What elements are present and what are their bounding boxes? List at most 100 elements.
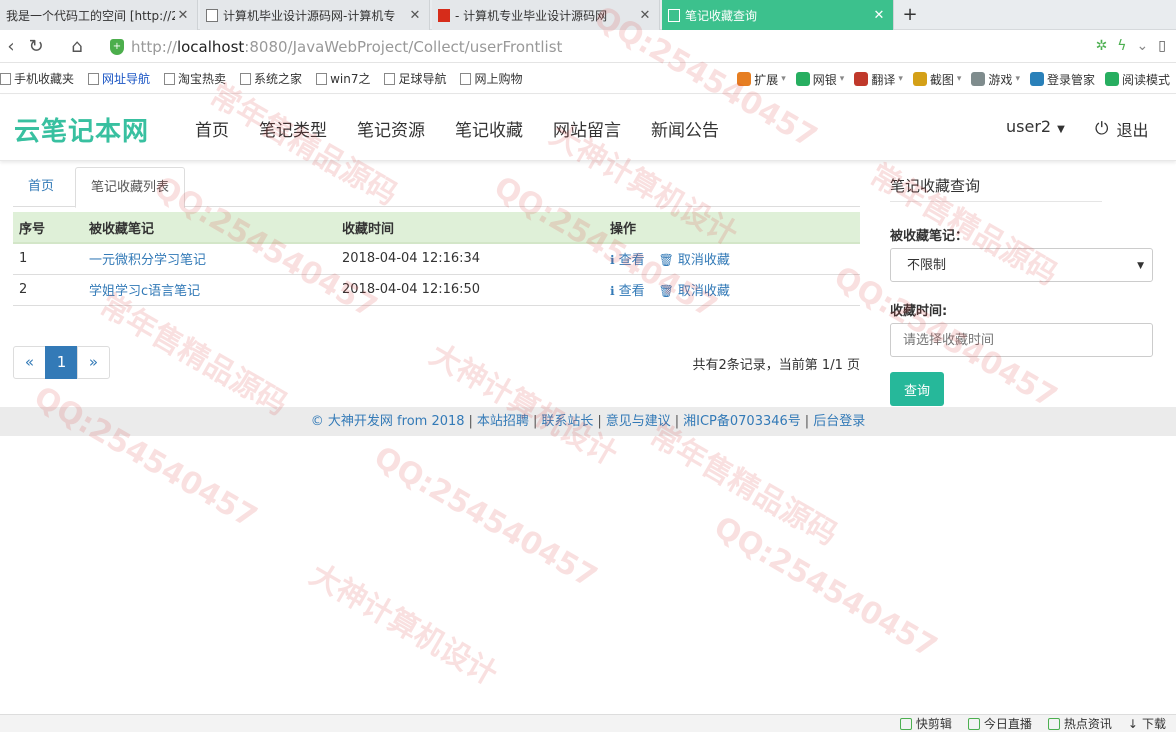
status-live[interactable]: 今日直播 [967,715,1032,732]
nav-home[interactable]: 首页 [180,116,244,141]
close-icon[interactable]: ✕ [871,8,887,23]
watermark-text: 大神计算机设计 [423,337,623,473]
phone-icon[interactable]: ▯ [1158,38,1166,54]
watermark-text: QQ:254540457 [28,379,263,536]
prev-page-button[interactable]: « [13,346,46,379]
logout-button[interactable]: ⏻ 退出 [1095,117,1148,141]
tool-translate[interactable]: 翻译 ▾ [854,71,903,88]
page-icon [164,72,176,85]
tool-reading-mode[interactable]: 阅读模式 [1104,71,1170,88]
screenshot-icon [912,72,927,86]
divider [890,201,1102,202]
nav-guestbook[interactable]: 网站留言 [538,116,636,141]
nav-note-resources[interactable]: 笔记资源 [342,116,440,141]
status-quick-clip[interactable]: 快剪辑 [899,715,952,732]
address-bar: ‹ ↻ ⌂ + http:// localhost :8080/JavaWebP… [0,30,1176,63]
bookmark-item[interactable]: 网址导航 [88,70,150,87]
collect-time-input[interactable] [890,323,1153,357]
page-icon [460,72,472,85]
back-arrow-icon[interactable]: ‹ [0,36,22,58]
browser-tab-bar: 我是一个代码工的空间 [http://2 ✕ 计算机毕业设计源码网-计算机专 ✕… [0,0,1176,30]
view-link[interactable]: ℹ 查看 [610,249,645,268]
tool-label: 阅读模式 [1121,72,1170,87]
browser-tab[interactable]: 我是一个代码工的空间 [http://2 ✕ [0,0,198,30]
tool-screenshot[interactable]: 截图 ▾ [912,71,961,88]
new-tab-plus-icon[interactable]: + [898,3,922,27]
lightning-icon[interactable]: ϟ [1117,38,1126,54]
note-filter-select[interactable]: 不限制 ▼ [890,248,1153,282]
tool-bank[interactable]: 网银 ▾ [795,71,844,88]
tab-title: 计算机毕业设计源码网-计算机专 [223,8,396,23]
next-page-button[interactable]: » [77,346,110,379]
page-info: 共有2条记录，当前第 1/1 页 [692,358,860,373]
bookmark-item[interactable]: 系统之家 [240,70,302,87]
column-header: 被收藏笔记 [83,212,336,244]
url-field[interactable]: + http:// localhost :8080/JavaWebProject… [110,35,1130,59]
copyright: © 大神开发网 from 2018 [310,414,465,429]
username: user2 [1006,117,1052,136]
row-actions: ℹ 查看 🗑 取消收藏 [604,274,860,306]
bookmark-item[interactable]: 手机收藏夹 [0,70,74,87]
row-actions: ℹ 查看 🗑 取消收藏 [604,243,860,275]
page-icon [240,72,252,85]
query-button[interactable]: 查询 [890,372,944,406]
folder-icon [0,72,11,85]
breadcrumb-tabs: 首页 笔记收藏列表 [13,167,860,208]
footer-link[interactable]: 本站招聘 [477,414,529,429]
footer-link[interactable]: 意见与建议 [606,414,671,429]
trash-icon: 🗑 [658,284,674,298]
tab-collection-list[interactable]: 笔记收藏列表 [75,167,186,208]
tool-login-manager[interactable]: 登录管家 [1029,71,1095,88]
bookmark-item[interactable]: 淘宝热卖 [164,70,226,87]
nav-note-types[interactable]: 笔记类型 [244,116,342,141]
bookmark-item[interactable]: 网上购物 [460,70,522,87]
status-download[interactable]: ↓ 下载 [1128,715,1166,732]
footer-link[interactable]: 后台登录 [813,414,865,429]
status-news[interactable]: 热点资讯 [1047,715,1112,732]
nav-note-collections[interactable]: 笔记收藏 [440,116,538,141]
close-icon[interactable]: ✕ [175,8,191,23]
download-arrow-icon: ↓ [1127,716,1138,731]
row-note-cell: 学姐学习c语言笔记 [83,274,336,306]
view-link[interactable]: ℹ 查看 [610,280,645,299]
book-icon [1104,72,1119,86]
page-icon [384,72,396,85]
footer-link[interactable]: 联系站长 [541,414,593,429]
browser-tab[interactable]: - 计算机专业毕业设计源码网 ✕ [432,0,660,30]
chevron-down-icon[interactable]: ⌄ [1137,38,1149,54]
bookmark-item[interactable]: win7之 [316,70,370,87]
close-icon[interactable]: ✕ [407,8,423,23]
cancel-collect-link[interactable]: 🗑 取消收藏 [659,249,730,268]
note-filter-label: 被收藏笔记： [890,229,969,244]
bookmark-label: 系统之家 [254,72,303,86]
tool-games[interactable]: 游戏 ▾ [971,71,1020,88]
site-logo[interactable]: 云笔记本网 [14,111,149,148]
watermark-text: QQ:254540457 [368,439,603,596]
browser-tab-active[interactable]: 笔记收藏查询 ✕ [662,0,894,30]
user-menu[interactable]: user2 ▼ [1006,117,1065,136]
note-filter-value: 不限制 [907,258,947,273]
note-link[interactable]: 一元微积分学习笔记 [89,253,206,268]
chevron-down-icon: ▾ [1015,74,1020,84]
bookmark-label: 手机收藏夹 [14,72,75,86]
cancel-collect-link[interactable]: 🗑 取消收藏 [659,280,730,299]
page-button-current[interactable]: 1 [45,346,78,379]
footer-link[interactable]: 湘ICP备0703346号 [683,414,801,429]
url-scheme: http:// [131,38,177,56]
info-icon: ℹ [610,253,615,268]
bookmark-item[interactable]: 足球导航 [384,70,446,87]
row-time: 2018-04-04 12:16:34 [336,243,604,275]
gamepad-icon [971,72,986,86]
nav-news[interactable]: 新闻公告 [636,116,734,141]
tool-extensions[interactable]: 扩展 ▾ [737,71,786,88]
close-icon[interactable]: ✕ [637,8,653,23]
speed-icon[interactable]: ✲ [1096,38,1108,54]
home-icon[interactable]: ⌂ [66,36,88,58]
browser-tab[interactable]: 计算机毕业设计源码网-计算机专 ✕ [200,0,430,30]
bookmark-label: 网址导航 [102,72,151,86]
cancel-label: 取消收藏 [677,284,730,299]
note-link[interactable]: 学姐学习c语言笔记 [89,284,200,299]
reload-icon[interactable]: ↻ [25,36,47,58]
tab-home[interactable]: 首页 [13,167,69,207]
column-header: 收藏时间 [336,212,604,244]
